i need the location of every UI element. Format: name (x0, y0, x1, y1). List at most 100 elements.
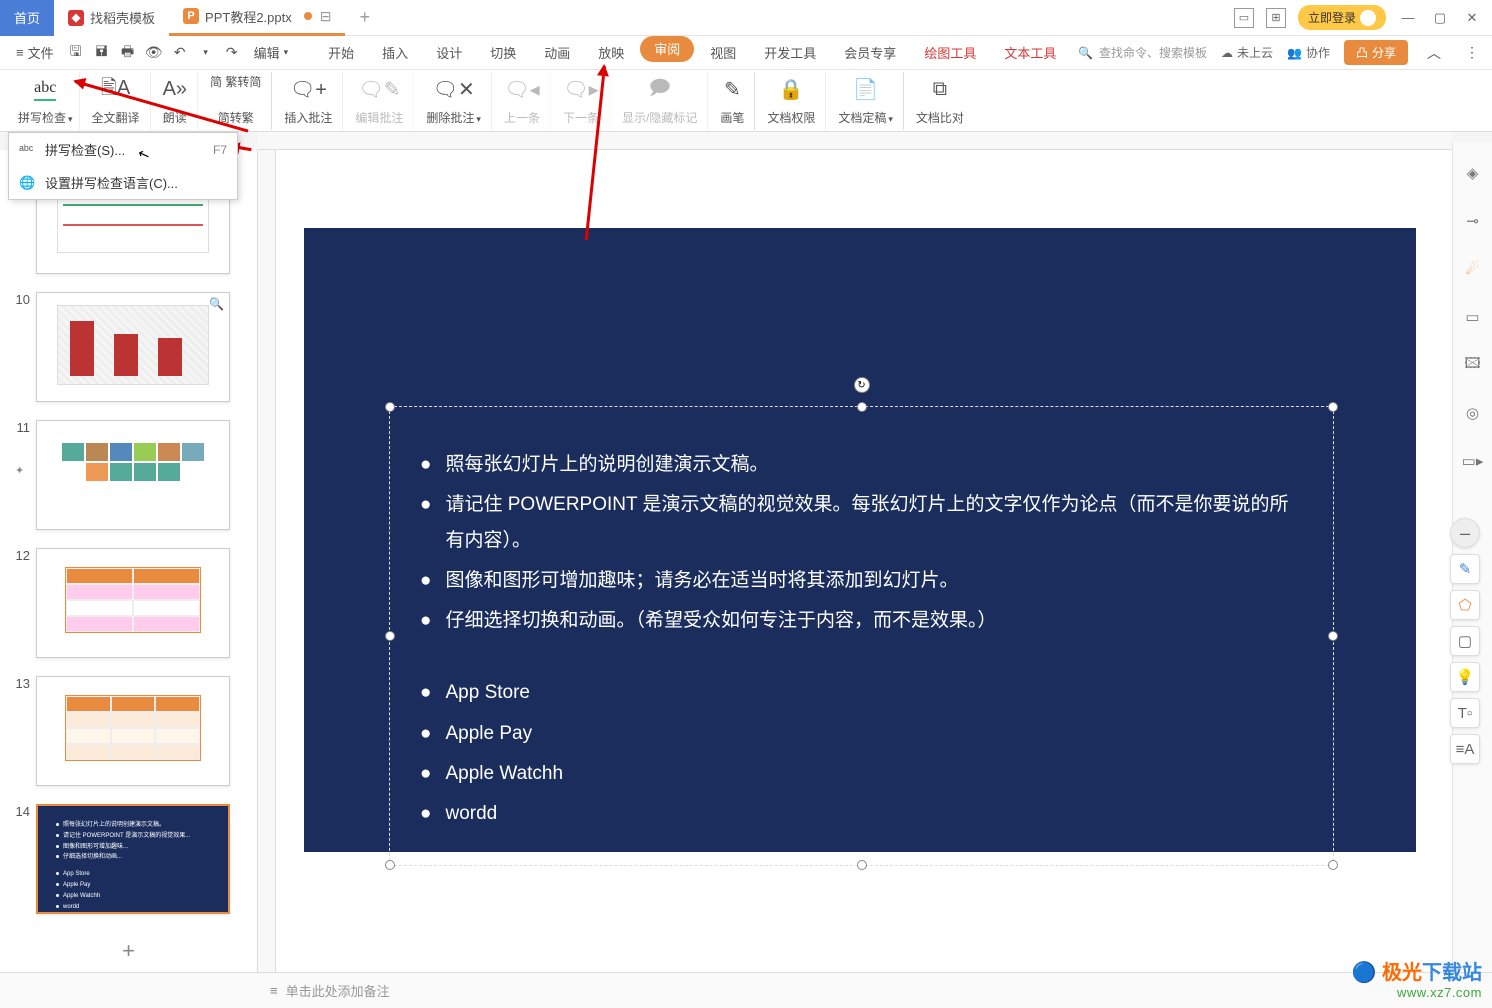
tab-devtools[interactable]: 开发工具 (752, 36, 828, 70)
edit-comment-label: 编辑批注 (355, 109, 403, 126)
rs-diamond-icon[interactable]: ◈ (1462, 162, 1484, 184)
float-align-button[interactable]: ≡A (1450, 734, 1480, 764)
doc-final-dropdown-icon[interactable]: ▾ (888, 114, 893, 124)
pen-button[interactable]: ✎ 画笔 (710, 72, 755, 130)
slide-thumbnail[interactable]: 🔍 (36, 292, 230, 402)
doc-compare-button[interactable]: ⧉ 文档比对 (906, 72, 974, 130)
print-preview-icon[interactable]: 👁 (142, 41, 166, 65)
tab-current-file[interactable]: P PPT教程2.pptx ⊟ (169, 0, 345, 36)
insert-comment-button[interactable]: 🗨+ 插入批注 (274, 72, 343, 130)
undo-dropdown-icon[interactable]: ▾ (194, 41, 218, 65)
float-effect-button[interactable]: 💡 (1450, 662, 1480, 692)
save-as-icon[interactable]: 🖬 (90, 41, 114, 65)
tab-design[interactable]: 设计 (424, 36, 474, 70)
float-text-button[interactable]: T▫ (1450, 698, 1480, 728)
notes-bar[interactable]: ≡ 单击此处添加备注 (0, 972, 1492, 1008)
slide-thumb-12[interactable]: 12 (0, 544, 257, 662)
spellcheck-dropdown-icon[interactable]: ▾ (68, 114, 73, 124)
text-content[interactable]: ●照每张幻灯片上的说明创建演示文稿。 ●请记住 POWERPOINT 是演示文稿… (390, 407, 1333, 876)
resize-handle-tl[interactable] (385, 402, 395, 412)
rs-layout-icon[interactable]: ▭ (1462, 306, 1484, 328)
rs-star-icon[interactable]: ☄ (1462, 258, 1484, 280)
search-command-box[interactable]: 🔍 查找命令、搜索模板 (1078, 44, 1207, 61)
tab-animation[interactable]: 动画 (532, 36, 582, 70)
tab-begin[interactable]: 开始 (316, 36, 366, 70)
tab-template-search[interactable]: ◆ 找稻壳模板 (54, 0, 169, 36)
cloud-status[interactable]: ☁ 未上云 (1221, 44, 1273, 61)
delete-comment-button[interactable]: 🗨✕ 删除批注▾ (416, 72, 492, 130)
slide-canvas-area[interactable]: ↻ ●照每张幻灯片上的说明创建演示文稿。 ●请记住 POWERPOINT 是演示… (276, 150, 1492, 972)
close-window-button[interactable]: ✕ (1462, 8, 1482, 28)
layout-icon[interactable]: ▭ (1234, 8, 1254, 28)
dropdown-spellcheck-item[interactable]: ᵃᵇᶜ 拼写检查(S)... F7 (9, 133, 237, 166)
vertical-ruler[interactable] (258, 150, 276, 972)
collapse-ribbon-icon[interactable]: ︿ (1422, 41, 1446, 65)
login-button[interactable]: 立即登录 (1298, 5, 1386, 30)
dropdown-language-label: 设置拼写检查语言(C)... (45, 173, 178, 192)
resize-handle-tc[interactable] (857, 402, 867, 412)
resize-handle-tr[interactable] (1328, 402, 1338, 412)
float-fill-button[interactable]: ⬠ (1450, 590, 1480, 620)
tab-home[interactable]: 首页 (0, 0, 54, 36)
print-icon[interactable]: 🖶 (116, 41, 140, 65)
float-pen-button[interactable]: ✎ (1450, 554, 1480, 584)
add-slide-button[interactable]: + (0, 928, 257, 972)
rotate-handle-icon[interactable]: ↻ (854, 377, 870, 393)
slide-thumb-11[interactable]: 11 ✦ (0, 416, 257, 534)
slide-thumbnail[interactable] (36, 676, 230, 786)
rs-target-icon[interactable]: ◎ (1462, 402, 1484, 424)
tab-vip[interactable]: 会员专享 (832, 36, 908, 70)
more-menu-icon[interactable]: ⋮ (1460, 41, 1484, 65)
notes-placeholder[interactable]: 单击此处添加备注 (286, 981, 390, 1000)
collab-button[interactable]: 👥 协作 (1287, 44, 1330, 61)
resize-handle-bc[interactable] (857, 860, 867, 870)
slide-thumb-10[interactable]: 10 🔍 (0, 288, 257, 406)
save-icon[interactable]: 🖫 (64, 41, 88, 65)
slide-thumbnail-panel[interactable]: 9 10 🔍 11 ✦ 12 13 (0, 150, 258, 972)
tab-insert[interactable]: 插入 (370, 36, 420, 70)
close-tab-icon[interactable]: ⊟ (320, 8, 332, 25)
bullet-text-2: 请记住 POWERPOINT 是演示文稿的视觉效果。每张幻灯片上的文字仅作为论点… (445, 487, 1303, 559)
tab-view[interactable]: 视图 (698, 36, 748, 70)
slide-canvas[interactable]: ↻ ●照每张幻灯片上的说明创建演示文稿。 ●请记住 POWERPOINT 是演示… (304, 228, 1416, 852)
resize-handle-ml[interactable] (385, 631, 395, 641)
resize-handle-bl[interactable] (385, 860, 395, 870)
redo-icon[interactable]: ↷ (220, 41, 244, 65)
edit-menu[interactable]: 编辑 ▾ (246, 43, 297, 62)
dropdown-set-language-item[interactable]: 🌐 设置拼写检查语言(C)... (9, 166, 237, 199)
rs-play-icon[interactable]: ▭▸ (1462, 450, 1484, 472)
text-box-selected[interactable]: ↻ ●照每张幻灯片上的说明创建演示文稿。 ●请记住 POWERPOINT 是演示… (389, 406, 1334, 866)
apps-grid-icon[interactable]: ⊞ (1266, 8, 1286, 28)
permission-icon: 🔒 (779, 76, 804, 104)
tab-drawtools[interactable]: 绘图工具 (912, 36, 988, 70)
slide-thumb-14[interactable]: 14 照每张幻灯片上的说明创建演示文稿。 请记住 POWERPOINT 是演示文… (0, 800, 257, 918)
undo-icon[interactable]: ↶ (168, 41, 192, 65)
tab-review[interactable]: 审阅 (640, 36, 694, 62)
resize-handle-br[interactable] (1328, 860, 1338, 870)
horizontal-ruler[interactable] (258, 132, 1452, 150)
rs-image-icon[interactable]: 🖾 (1462, 354, 1484, 376)
slide-thumbnail[interactable] (36, 548, 230, 658)
delete-comment-dropdown-icon[interactable]: ▾ (476, 114, 481, 124)
tab-texttools[interactable]: 文本工具 (992, 36, 1068, 70)
slide-thumb-13[interactable]: 13 (0, 672, 257, 790)
zoom-icon[interactable]: 🔍 (209, 297, 225, 313)
float-collapse-button[interactable]: – (1450, 518, 1480, 548)
share-button[interactable]: 凸 分享 (1344, 40, 1408, 65)
float-outline-button[interactable]: ▢ (1450, 626, 1480, 656)
add-tab-button[interactable]: + (345, 7, 384, 28)
tab-transition[interactable]: 切换 (478, 36, 528, 70)
slide-thumbnail-active[interactable]: 照每张幻灯片上的说明创建演示文稿。 请记住 POWERPOINT 是演示文稿的视… (36, 804, 230, 914)
minimize-button[interactable]: — (1398, 8, 1418, 28)
rs-settings-icon[interactable]: ⊸ (1462, 210, 1484, 232)
maximize-button[interactable]: ▢ (1430, 8, 1450, 28)
resize-handle-mr[interactable] (1328, 631, 1338, 641)
read-aloud-button[interactable]: A» 朗读 (153, 72, 198, 130)
tab-slideshow[interactable]: 放映 (586, 36, 636, 70)
doc-final-button[interactable]: 📄 文档定稿▾ (828, 72, 904, 130)
spellcheck-item-icon: ᵃᵇᶜ (19, 142, 37, 157)
file-menu[interactable]: ≡文件 (8, 43, 62, 62)
slide-thumbnail[interactable] (36, 420, 230, 530)
slide-14-preview: 照每张幻灯片上的说明创建演示文稿。 请记住 POWERPOINT 是演示文稿的视… (38, 806, 228, 912)
doc-permission-button[interactable]: 🔒 文档权限 (757, 72, 826, 130)
